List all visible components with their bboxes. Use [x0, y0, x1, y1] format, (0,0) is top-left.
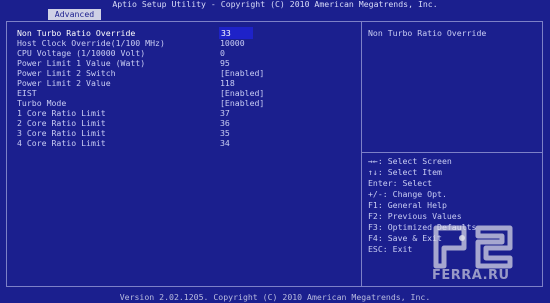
setting-value[interactable]: [Enabled] [220, 98, 264, 108]
setting-label: 2 Core Ratio Limit [17, 118, 106, 128]
setting-label: Non Turbo Ratio Override [17, 28, 136, 38]
setting-value[interactable]: 118 [220, 78, 235, 88]
setting-value[interactable]: [Enabled] [220, 88, 264, 98]
watermark-text: FERRA.RU [432, 268, 510, 283]
setting-value[interactable]: 34 [220, 138, 230, 148]
setting-value[interactable]: 0 [220, 48, 225, 58]
setting-label: Power Limit 1 Value (Watt) [17, 58, 146, 68]
setting-row-2-core-ratio-limit[interactable]: 2 Core Ratio Limit 36 [17, 118, 357, 128]
setting-value[interactable]: 95 [220, 58, 230, 68]
setting-row-turbo-mode[interactable]: Turbo Mode [Enabled] [17, 98, 357, 108]
setting-value[interactable]: 36 [220, 118, 230, 128]
setting-value[interactable]: 35 [220, 128, 230, 138]
key-hint-enter: Enter: Select [368, 178, 433, 188]
window-title: Aptio Setup Utility - Copyright (C) 2010… [112, 0, 438, 9]
setting-label: CPU Voltage (1/10000 Volt) [17, 48, 146, 58]
tab-advanced[interactable]: Advanced [48, 9, 101, 20]
setting-label: Host Clock Override(1/100 MHz) [17, 38, 165, 48]
setting-value-input[interactable]: 33 [220, 28, 252, 38]
setting-label: Power Limit 2 Switch [17, 68, 116, 78]
setting-row-3-core-ratio-limit[interactable]: 3 Core Ratio Limit 35 [17, 128, 357, 138]
setting-label: Turbo Mode [17, 98, 67, 108]
key-hint-change-opt: +/-: Change Opt. [368, 189, 447, 199]
setting-value[interactable]: 10000 [220, 38, 245, 48]
setting-row-1-core-ratio-limit[interactable]: 1 Core Ratio Limit 37 [17, 108, 357, 118]
setting-row-host-clock-override[interactable]: Host Clock Override(1/100 MHz) 10000 [17, 38, 357, 48]
setting-row-power-limit-2-value[interactable]: Power Limit 2 Value 118 [17, 78, 357, 88]
setting-value[interactable]: 37 [220, 108, 230, 118]
help-title: Non Turbo Ratio Override [368, 28, 487, 38]
tab-bar: Advanced [0, 9, 550, 20]
setting-row-4-core-ratio-limit[interactable]: 4 Core Ratio Limit 34 [17, 138, 357, 148]
setting-row-power-limit-1-value[interactable]: Power Limit 1 Value (Watt) 95 [17, 58, 357, 68]
setting-label: EIST [17, 88, 37, 98]
help-divider [362, 152, 543, 153]
setting-value[interactable]: [Enabled] [220, 68, 264, 78]
key-hint-general-help: F1: General Help [368, 200, 447, 210]
setting-label: 4 Core Ratio Limit [17, 138, 106, 148]
setting-label: 1 Core Ratio Limit [17, 108, 106, 118]
footer-version: Version 2.02.1205. Copyright (C) 2010 Am… [119, 292, 431, 302]
setting-row-power-limit-2-switch[interactable]: Power Limit 2 Switch [Enabled] [17, 68, 357, 78]
setting-row-cpu-voltage[interactable]: CPU Voltage (1/10000 Volt) 0 [17, 48, 357, 58]
setting-label: 3 Core Ratio Limit [17, 128, 106, 138]
key-hint-select-screen: →←: Select Screen [368, 156, 452, 166]
setting-label: Power Limit 2 Value [17, 78, 111, 88]
panel-divider [361, 21, 362, 287]
key-hint-select-item: ↑↓: Select Item [368, 167, 442, 177]
setting-row-eist[interactable]: EIST [Enabled] [17, 88, 357, 98]
setting-row-non-turbo-ratio-override[interactable]: Non Turbo Ratio Override 33 [17, 28, 357, 38]
